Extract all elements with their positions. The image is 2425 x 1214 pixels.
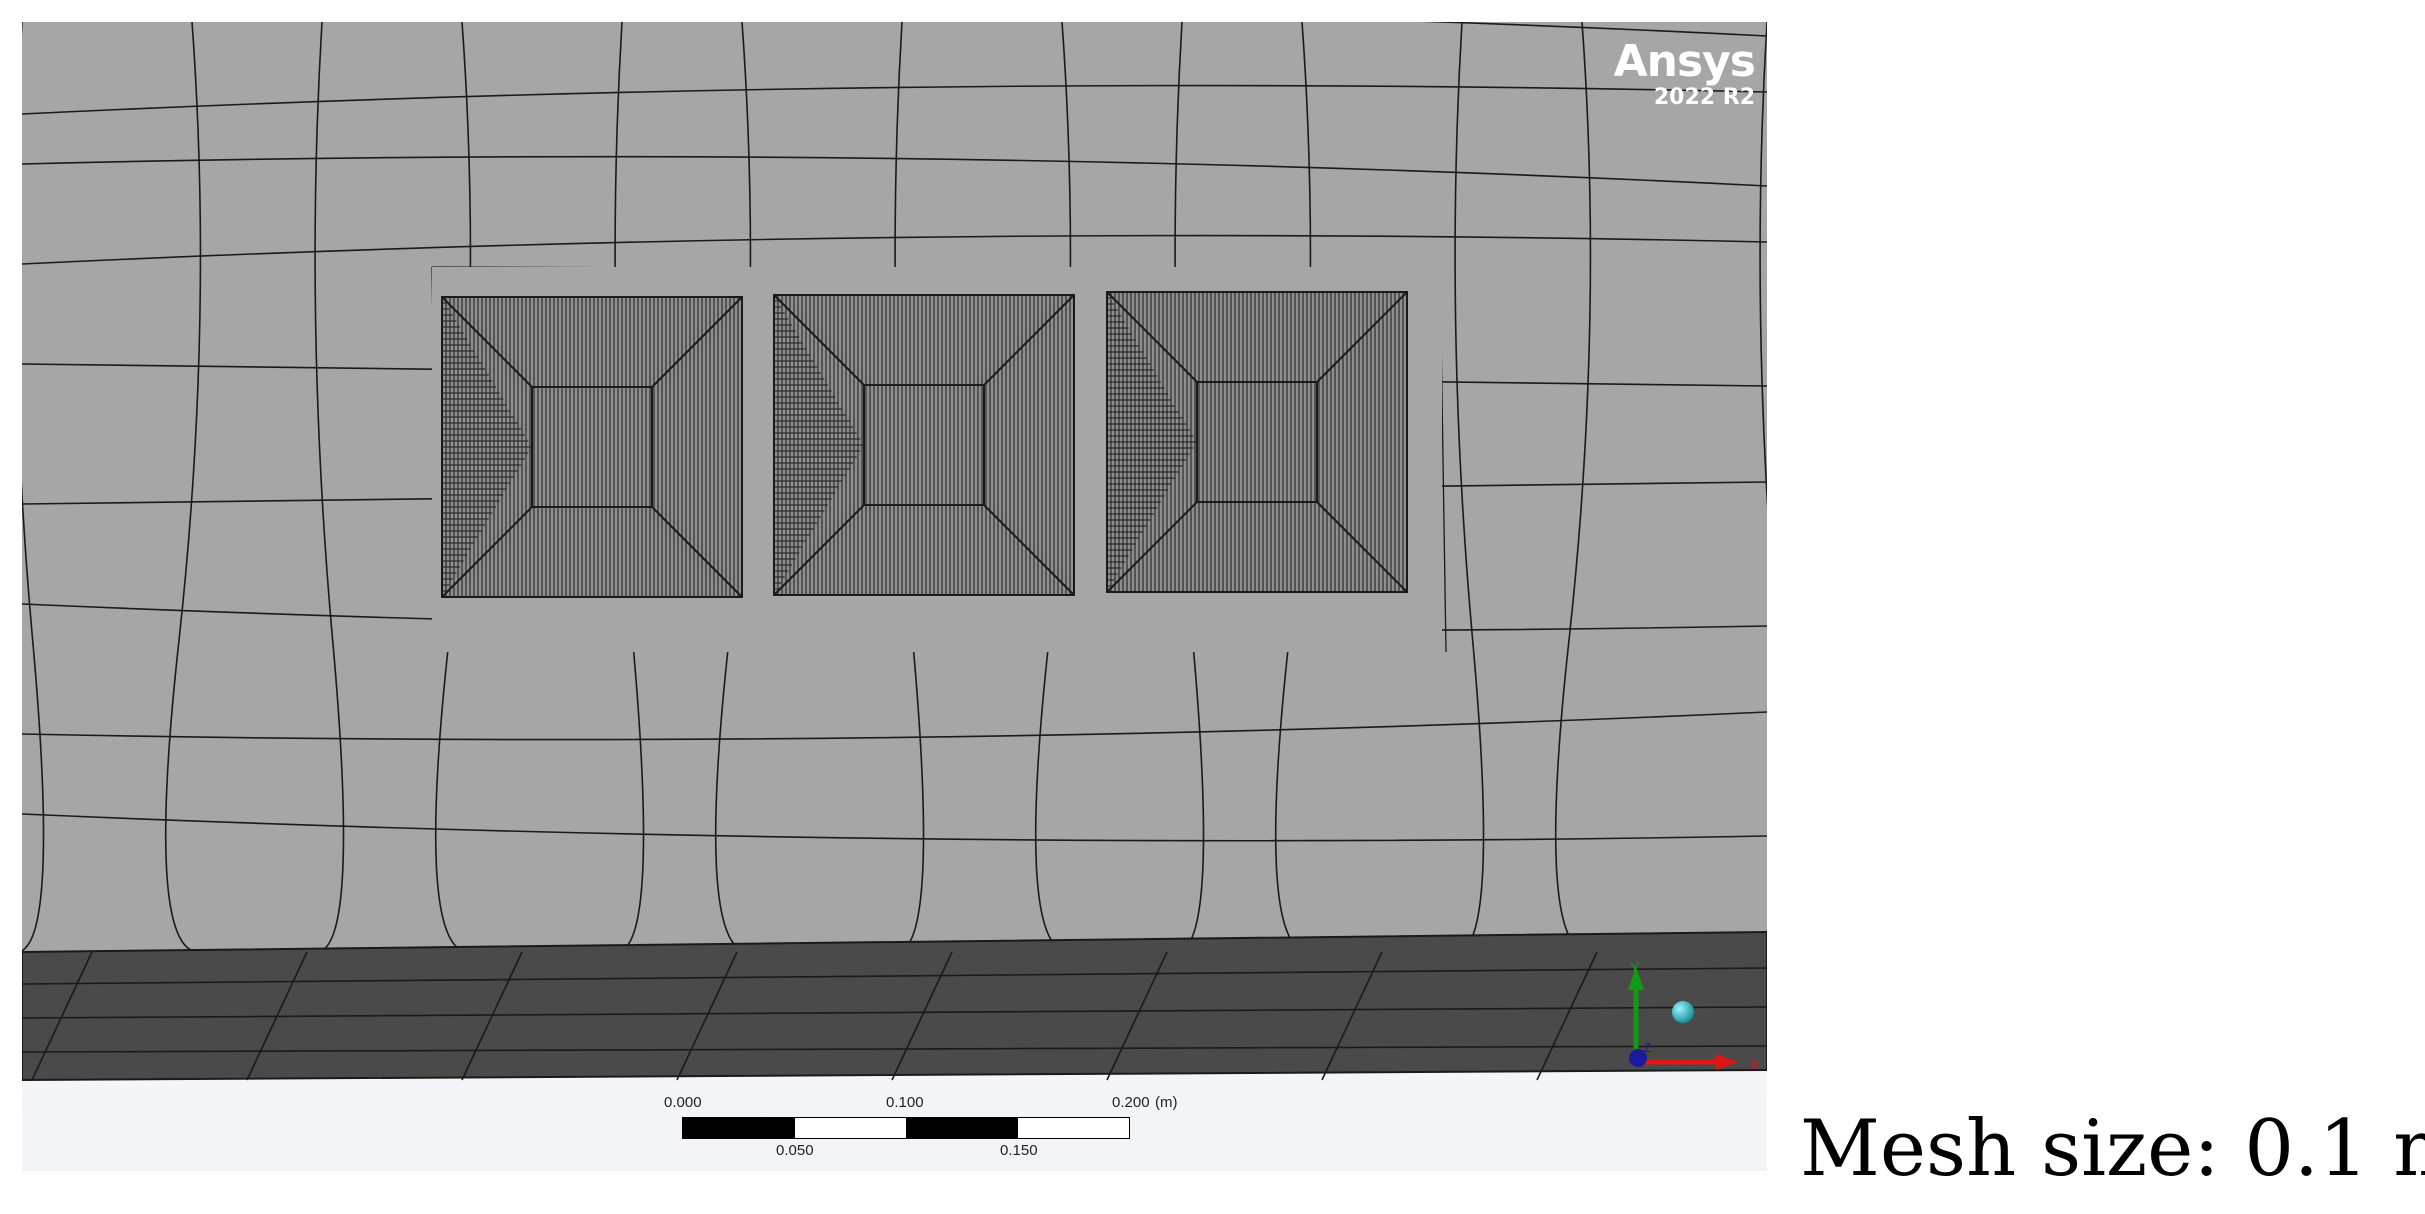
mesh-canvas[interactable]: Y X Z bbox=[22, 22, 1767, 1171]
scale-top-label-0: 0.000 bbox=[664, 1094, 702, 1111]
scale-top-label-2: 0.200 bbox=[1112, 1094, 1150, 1111]
plate-mesh-1 bbox=[441, 296, 743, 598]
scale-bar: 0.000 0.100 0.200 (m) 0.050 0.150 bbox=[642, 1092, 1178, 1162]
plate-mesh-2 bbox=[773, 294, 1075, 596]
graphics-viewport[interactable]: Y X Z Ansys 2022 R2 0.000 0.100 0.200 (m… bbox=[22, 22, 1767, 1171]
scale-top-label-1: 0.100 bbox=[886, 1094, 924, 1111]
brand-version: 2022 R2 bbox=[1653, 85, 1755, 110]
scale-bottom-label-1: 0.150 bbox=[1000, 1142, 1038, 1159]
triad-y-label: Y bbox=[1630, 959, 1640, 975]
scale-segment bbox=[794, 1118, 906, 1138]
scale-segment bbox=[906, 1118, 1018, 1138]
scale-segment bbox=[683, 1118, 795, 1138]
triad-sphere-icon[interactable] bbox=[1672, 1001, 1694, 1023]
figure-caption: Mesh size: 0.1 m bbox=[1800, 1104, 2425, 1194]
scale-unit-label: (m) bbox=[1155, 1094, 1178, 1111]
brand-name: Ansys bbox=[1613, 36, 1756, 87]
plate-mesh-3 bbox=[1106, 291, 1408, 593]
scale-bottom-label-0: 0.050 bbox=[776, 1142, 814, 1159]
scale-track bbox=[682, 1117, 1130, 1139]
ground-layer bbox=[22, 930, 1767, 1082]
triad-x-label: X bbox=[1750, 1056, 1760, 1072]
ansys-logo: Ansys 2022 R2 bbox=[1613, 36, 1756, 113]
triad-z-label: Z bbox=[1644, 1041, 1651, 1055]
scale-segment bbox=[1017, 1118, 1129, 1138]
